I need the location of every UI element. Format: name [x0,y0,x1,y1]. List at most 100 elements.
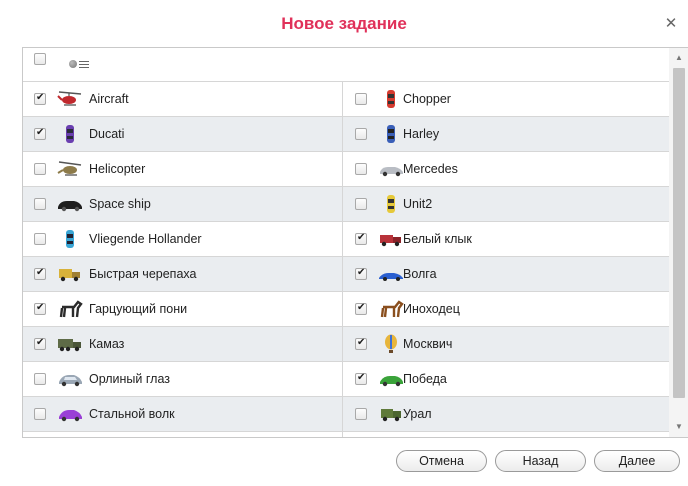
list-item[interactable]: Урал [343,397,669,431]
item-label: Harley [403,127,440,141]
list-item[interactable]: Chopper [343,82,669,116]
list-item[interactable]: Vliegende Hollander [23,222,343,256]
list-item[interactable]: Mercedes [343,152,669,186]
list-row: Быстрая черепаха Волга [23,257,669,292]
item-checkbox[interactable] [34,127,46,140]
list-row: Гарцующий пони Иноходец [23,292,669,327]
item-label: Урал [403,407,432,421]
item-label: Победа [403,372,447,386]
list-view-toggle[interactable] [69,60,89,68]
unit-list-content: Aircraft Chopper Ducati Harley Helicopter Mer… [23,48,669,437]
item-label: Mercedes [403,162,458,176]
list-item[interactable]: Победа [343,362,669,396]
list-item[interactable]: Harley [343,117,669,151]
green-truck-icon [378,404,404,424]
item-checkbox[interactable] [355,93,367,105]
item-label: Белый клык [403,232,472,246]
item-checkbox[interactable] [34,163,46,175]
item-label: Ducati [89,127,125,141]
unit-list: Aircraft Chopper Ducati Harley Helicopter Mer… [22,47,688,438]
item-checkbox[interactable] [355,302,367,315]
list-item[interactable]: Aircraft [23,82,343,116]
list-item [343,432,669,437]
item-checkbox[interactable] [355,128,367,140]
item-checkbox[interactable] [355,267,367,280]
list-item[interactable]: Гарцующий пони [23,292,343,326]
back-button[interactable]: Назад [495,450,586,472]
item-label: Орлиный глаз [89,372,170,386]
item-label: Волга [403,267,437,281]
blue-sports-car-icon [378,264,404,284]
helicopter-icon [57,89,83,109]
item-label: Камаз [89,337,125,351]
list-rows: Aircraft Chopper Ducati Harley Helicopter Mer… [23,82,669,437]
cancel-button[interactable]: Отмена [396,450,487,472]
next-button[interactable]: Далее [594,450,680,472]
list-item[interactable]: Ducati [23,117,343,151]
item-checkbox[interactable] [34,302,46,315]
list-item[interactable]: Space ship [23,187,343,221]
list-row: Aircraft Chopper [23,82,669,117]
list-item[interactable]: Камаз [23,327,343,361]
item-label: Chopper [403,92,451,106]
radio-dot-icon [69,60,77,68]
list-row: Vliegende Hollander Белый клык [23,222,669,257]
item-label: Иноходец [403,302,460,316]
list-row: Ducati Harley [23,117,669,152]
list-item[interactable]: Москвич [343,327,669,361]
balloon-icon [378,334,404,354]
list-item[interactable]: Белый клык [343,222,669,256]
scroll-up-icon[interactable]: ▲ [669,50,688,66]
item-checkbox[interactable] [34,92,46,105]
list-item[interactable]: Helicopter [23,152,343,186]
item-checkbox[interactable] [355,198,367,210]
close-icon[interactable]: ✕ [664,16,678,31]
red-truck-icon [378,229,404,249]
item-checkbox[interactable] [34,198,46,210]
item-checkbox[interactable] [355,372,367,385]
item-checkbox[interactable] [34,233,46,245]
black-car-icon [57,194,83,214]
scrollbar-thumb[interactable] [673,68,685,398]
item-label: Aircraft [89,92,129,106]
list-item[interactable]: Быстрая черепаха [23,257,343,291]
item-label: Быстрая черепаха [89,267,197,281]
item-checkbox[interactable] [34,337,46,350]
item-checkbox[interactable] [34,267,46,280]
list-item[interactable]: Unit2 [343,187,669,221]
silver-coupe-icon [57,369,83,389]
green-car-icon [378,369,404,389]
list-row: Стальной волк Урал [23,397,669,432]
item-checkbox[interactable] [355,232,367,245]
item-label: Helicopter [89,162,146,176]
item-label: Стальной волк [89,407,175,421]
military-truck-icon [57,334,83,354]
item-checkbox[interactable] [34,373,46,385]
list-row-partial [23,432,669,437]
yellow-car-icon [378,194,404,214]
item-label: Unit2 [403,197,433,211]
list-item[interactable]: Орлиный глаз [23,362,343,396]
item-checkbox[interactable] [355,408,367,420]
purple-car-icon [57,124,83,144]
list-item[interactable]: Волга [343,257,669,291]
purple-coupe-icon [57,404,83,424]
list-item[interactable]: Иноходец [343,292,669,326]
list-item[interactable]: Стальной волк [23,397,343,431]
item-checkbox[interactable] [34,408,46,420]
helicopter-camo-icon [57,159,83,179]
black-horse-icon [57,299,83,319]
list-scrollbar[interactable]: ▲ ▼ [669,48,688,437]
new-task-dialog: Новое задание ✕ Aircraft Chopper Ducati Har… [0,0,688,486]
list-row: Space ship Unit2 [23,187,669,222]
list-row: Орлиный глаз Победа [23,362,669,397]
item-checkbox[interactable] [355,163,367,175]
item-checkbox[interactable] [355,337,367,350]
yellow-truck-icon [57,264,83,284]
item-label: Vliegende Hollander [89,232,202,246]
list-header [23,48,669,82]
scroll-down-icon[interactable]: ▼ [669,419,688,435]
item-label: Москвич [403,337,453,351]
select-all-checkbox[interactable] [34,53,46,65]
brown-horse-icon [378,299,404,319]
